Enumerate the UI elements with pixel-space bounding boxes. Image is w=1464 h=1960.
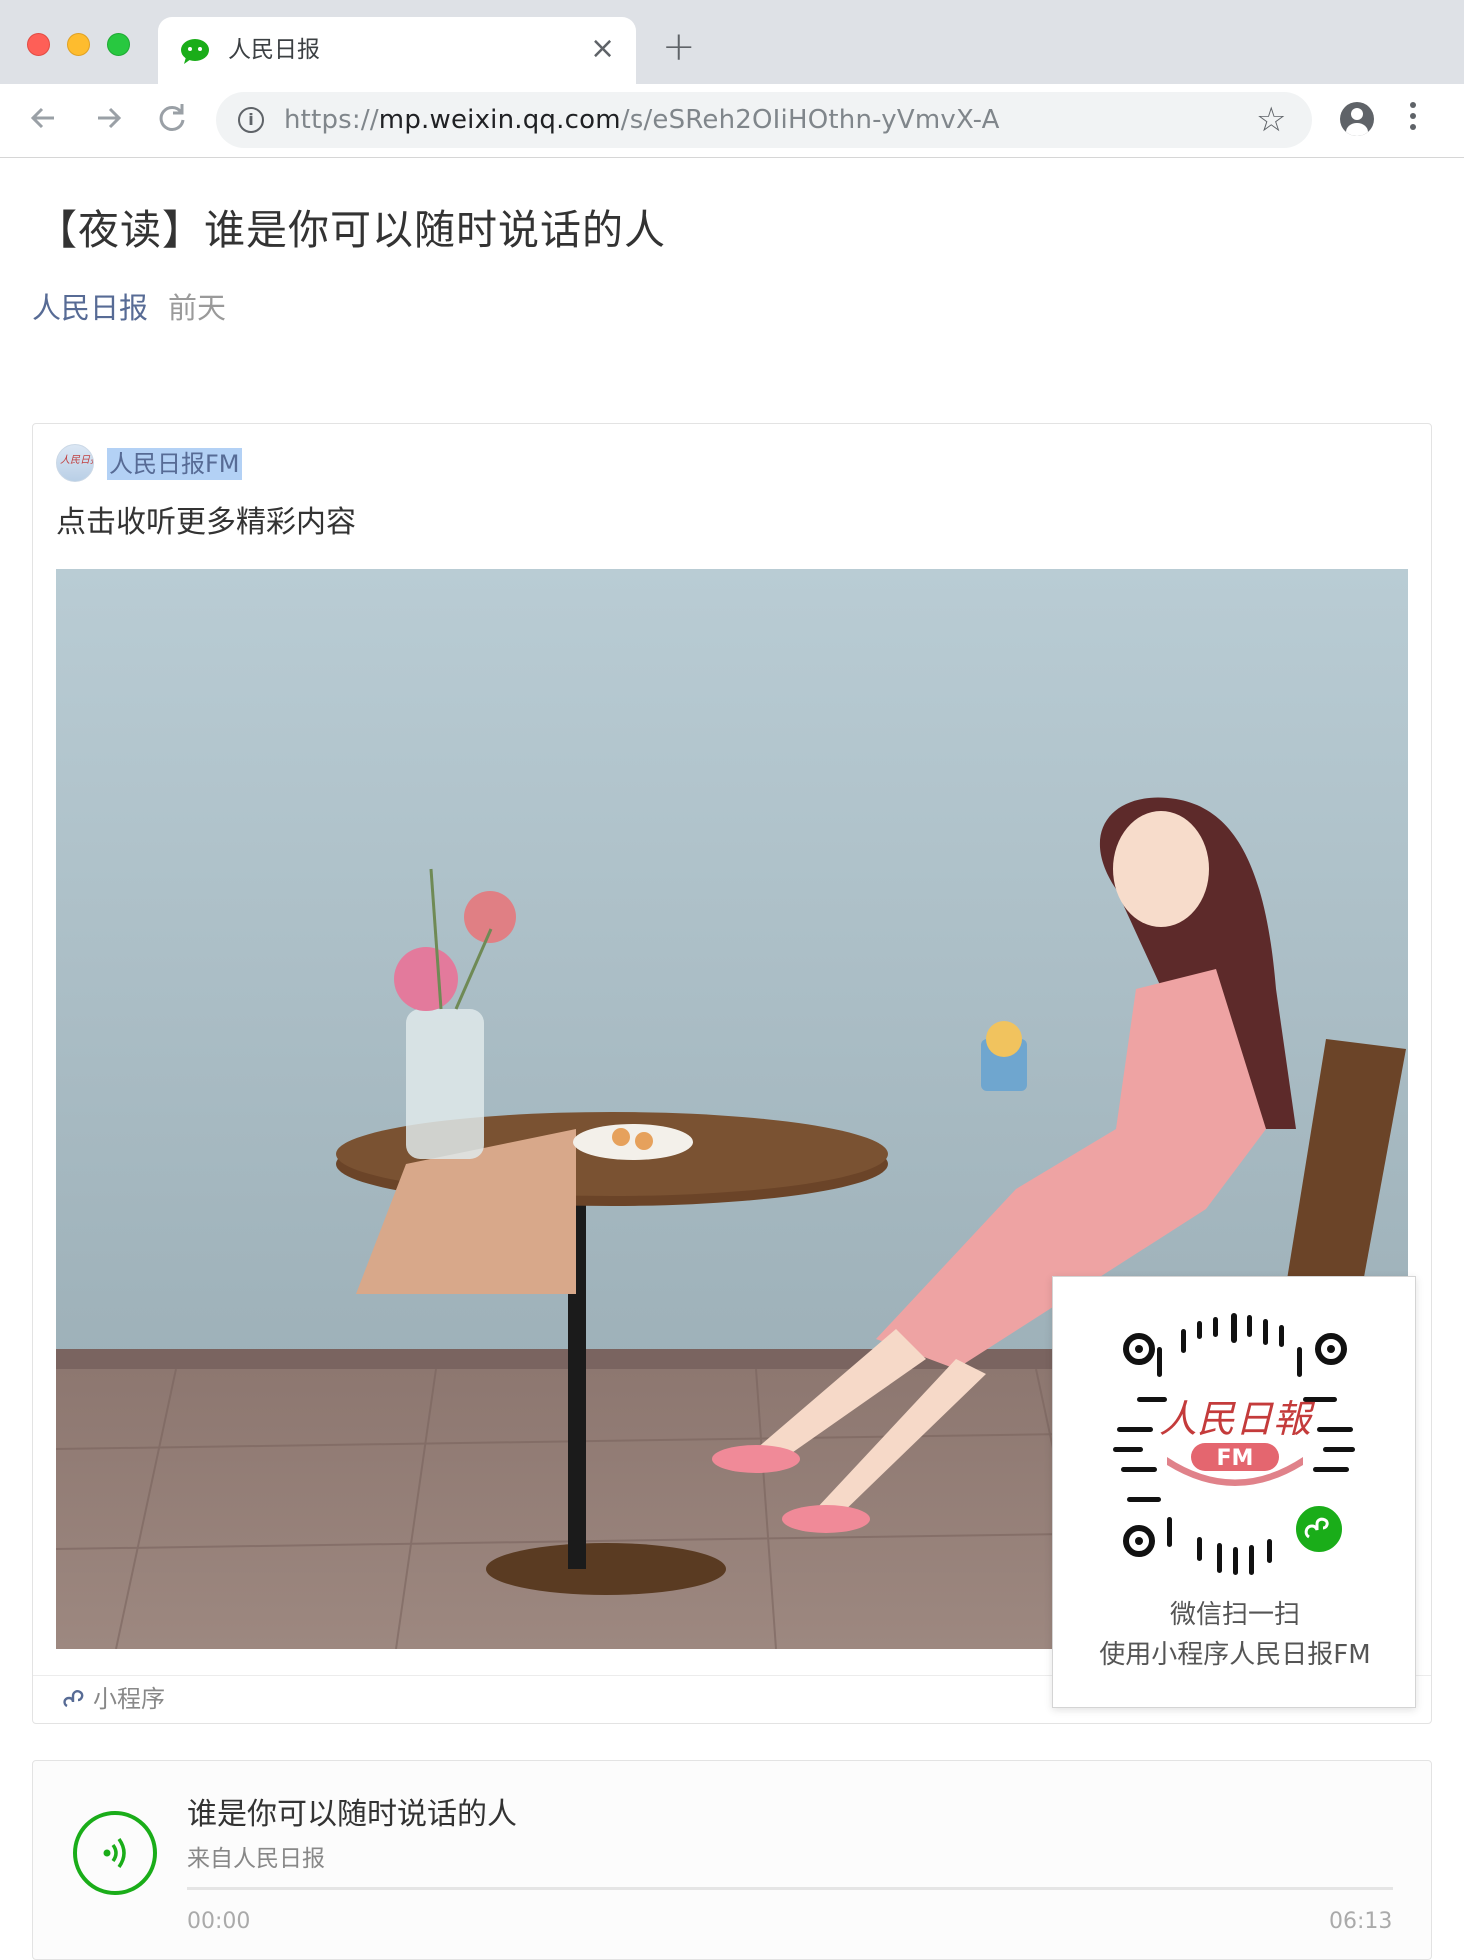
qr-caption-line1: 微信扫一扫: [1169, 1600, 1300, 1630]
mini-program-footer-label: 小程序: [93, 1685, 165, 1713]
audio-play-button[interactable]: [73, 1811, 157, 1895]
info-icon[interactable]: i: [238, 107, 264, 133]
audio-wave-icon: [103, 1837, 126, 1869]
url-host: mp.weixin.qq.com: [378, 105, 621, 135]
close-window-button[interactable]: [27, 33, 50, 56]
account-icon[interactable]: [1340, 102, 1374, 136]
mini-program-qr-code: 人民日報 FM: [1113, 1313, 1355, 1575]
tab-active[interactable]: 人民日报 ×: [158, 17, 636, 84]
mini-program-name: 人民日报FM: [107, 448, 242, 480]
qr-caption-line2: 使用小程序人民日报FM: [1099, 1640, 1371, 1670]
audio-source: 来自人民日报: [187, 1846, 325, 1872]
url-scheme: https://: [284, 105, 379, 135]
forward-button[interactable]: [88, 98, 128, 138]
audio-current-time: 00:00: [187, 1909, 251, 1934]
audio-player-card[interactable]: 谁是你可以随时说话的人 来自人民日报 00:00 06:13: [32, 1760, 1432, 1960]
star-icon[interactable]: ☆: [1256, 100, 1286, 140]
wechat-icon: [181, 39, 209, 64]
reload-button[interactable]: [152, 98, 192, 138]
qr-code-popup: 人民日報 FM 微信扫一扫 使用小程序人民日报FM: [1052, 1276, 1416, 1708]
qr-logo-badge: FM: [1217, 1446, 1254, 1471]
browser-toolbar: i https://mp.weixin.qq.com/s/eSReh2OIiHO…: [0, 84, 1464, 158]
reload-icon: [159, 104, 185, 131]
forward-arrow-icon: [98, 107, 122, 129]
qr-logo-text: 人民日報: [1159, 1397, 1316, 1441]
mini-program-description: 点击收听更多精彩内容: [56, 505, 356, 540]
zoom-window-button[interactable]: [107, 33, 130, 56]
back-button[interactable]: [24, 98, 64, 138]
url-path: /s/eSReh2OIiHOthn-yVmvX-A: [620, 105, 1000, 135]
url-text[interactable]: https://mp.weixin.qq.com/s/eSReh2OIiHOth…: [284, 104, 1000, 136]
new-tab-button[interactable]: +: [662, 26, 696, 68]
tab-strip: 人民日报 × +: [0, 0, 1464, 84]
mini-program-avatar: 人民日报FM: [56, 444, 94, 482]
article-title: 【夜读】谁是你可以随时说话的人: [36, 206, 666, 254]
article-date: 前天: [168, 291, 227, 325]
tab-title: 人民日报: [228, 37, 320, 63]
browser-window: 人民日报 × + i https://mp.weixin.qq.com/s/eS…: [0, 0, 1464, 1960]
back-arrow-icon: [30, 107, 54, 129]
minimize-window-button[interactable]: [67, 33, 90, 56]
article-meta: 人民日报 前天: [32, 288, 226, 328]
avatar-text: 人民日报FM: [60, 455, 93, 466]
mini-program-icon: [63, 1690, 84, 1708]
more-vert-icon[interactable]: [1410, 102, 1418, 138]
audio-title: 谁是你可以随时说话的人: [187, 1797, 517, 1832]
audio-progress-bar[interactable]: [187, 1887, 1393, 1890]
audio-duration: 06:13: [1329, 1909, 1393, 1934]
article-author-link[interactable]: 人民日报: [32, 291, 148, 325]
tab-close-button[interactable]: ×: [590, 31, 615, 67]
address-bar[interactable]: i https://mp.weixin.qq.com/s/eSReh2OIiHO…: [216, 92, 1312, 148]
